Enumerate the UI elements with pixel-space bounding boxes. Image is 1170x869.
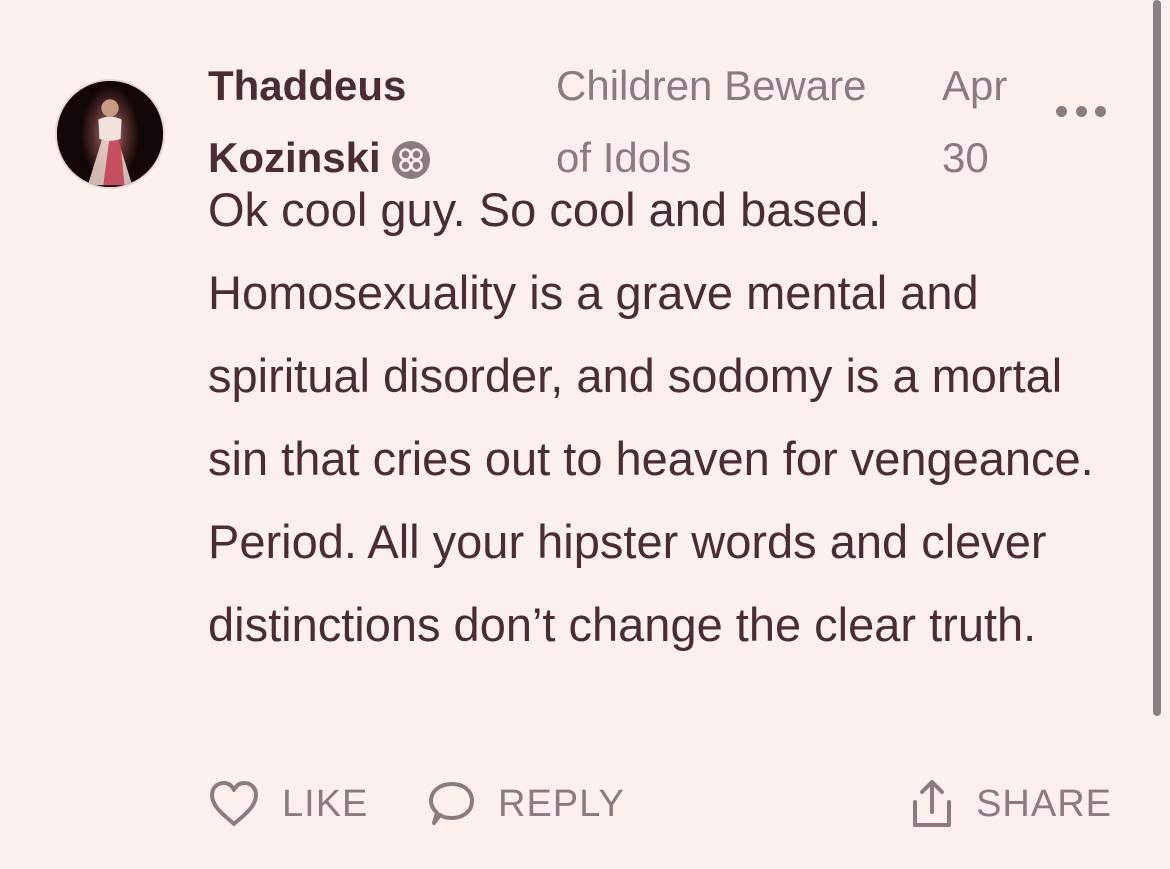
post-title-line1[interactable]: Children Beware [556,50,926,122]
author-name-line1[interactable]: Thaddeus [208,50,488,122]
comment-date-line1[interactable]: Apr [942,50,1032,122]
share-label: SHARE [976,782,1112,825]
comment-actions: LIKE REPLY SHARE [208,772,1112,836]
reply-button[interactable]: REPLY [426,772,625,836]
more-dot [1075,105,1087,117]
comment-body: Ok cool guy. So cool and based. Homosexu… [208,183,1094,651]
avatar-image [57,81,163,187]
heart-icon [208,780,260,828]
like-button[interactable]: LIKE [208,772,368,836]
like-label: LIKE [282,782,369,825]
scrollbar[interactable] [1153,0,1161,716]
share-button[interactable]: SHARE [910,772,1112,836]
reply-label: REPLY [498,782,625,825]
more-dot [1095,105,1106,117]
avatar[interactable] [55,79,165,189]
speech-bubble-icon [426,779,476,829]
share-icon [910,778,954,830]
more-dot [1056,105,1067,117]
more-options-icon[interactable] [1056,98,1106,124]
comment: Thaddeus Kozinski Children Beware of Ido… [0,0,1170,869]
